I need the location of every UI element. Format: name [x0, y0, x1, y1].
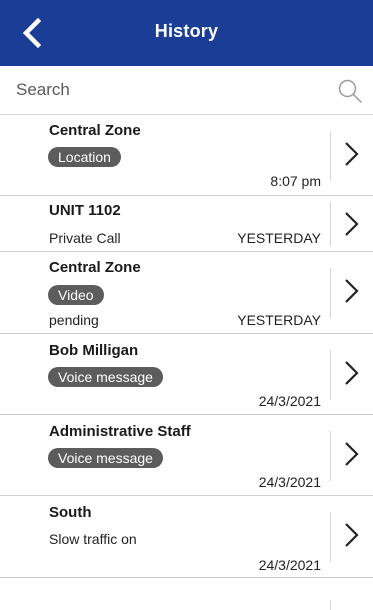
search-input[interactable] — [10, 74, 342, 106]
row-divider — [330, 350, 331, 400]
item-title: Central Zone — [49, 259, 141, 276]
search-bar — [0, 66, 373, 115]
list-item[interactable]: Bob Milligan Voice message 24/3/2021 — [0, 334, 373, 415]
row-divider — [330, 431, 331, 481]
row-divider — [330, 131, 331, 181]
item-subtitle: pending — [49, 312, 99, 328]
item-time: YESTERDAY — [237, 230, 321, 246]
row-divider — [330, 202, 331, 246]
type-badge: Location — [48, 147, 121, 167]
page-title: History — [154, 21, 219, 41]
item-title: South — [49, 504, 92, 521]
item-time: YESTERDAY — [237, 312, 321, 328]
chevron-right-icon[interactable] — [341, 276, 361, 306]
list-item-partial[interactable] — [0, 582, 373, 610]
list-item[interactable]: Central Zone Video pending YESTERDAY — [0, 252, 373, 334]
list-item[interactable]: Central Zone Location 8:07 pm — [0, 115, 373, 196]
item-time: 24/3/2021 — [258, 474, 321, 490]
search-icon[interactable] — [337, 78, 363, 104]
type-badge: Voice message — [48, 448, 163, 468]
list-item[interactable]: South Slow traffic on 24/3/2021 — [0, 496, 373, 578]
chevron-right-icon[interactable] — [341, 358, 361, 388]
item-title: UNIT 1102 — [49, 202, 121, 219]
item-subtitle: Private Call — [49, 230, 121, 246]
list-item[interactable]: Administrative Staff Voice message 24/3/… — [0, 415, 373, 496]
type-badge: Voice message — [48, 367, 163, 387]
chevron-right-icon[interactable] — [341, 520, 361, 550]
item-title: Central Zone — [49, 122, 141, 139]
chevron-right-icon[interactable] — [341, 209, 361, 239]
item-time: 8:07 pm — [270, 173, 321, 189]
item-title: Administrative Staff — [49, 423, 191, 440]
app-header: History — [0, 0, 373, 66]
item-time: 24/3/2021 — [258, 393, 321, 409]
row-divider — [330, 512, 331, 562]
item-title: Bob Milligan — [49, 342, 139, 359]
row-divider — [330, 600, 331, 610]
chevron-right-icon[interactable] — [341, 439, 361, 469]
type-badge: Video — [48, 285, 104, 305]
item-subtitle: Slow traffic on — [49, 531, 137, 547]
row-divider — [330, 268, 331, 318]
chevron-right-icon[interactable] — [341, 139, 361, 169]
item-time: 24/3/2021 — [258, 557, 321, 573]
list-item[interactable]: UNIT 1102 Private Call YESTERDAY — [0, 196, 373, 252]
